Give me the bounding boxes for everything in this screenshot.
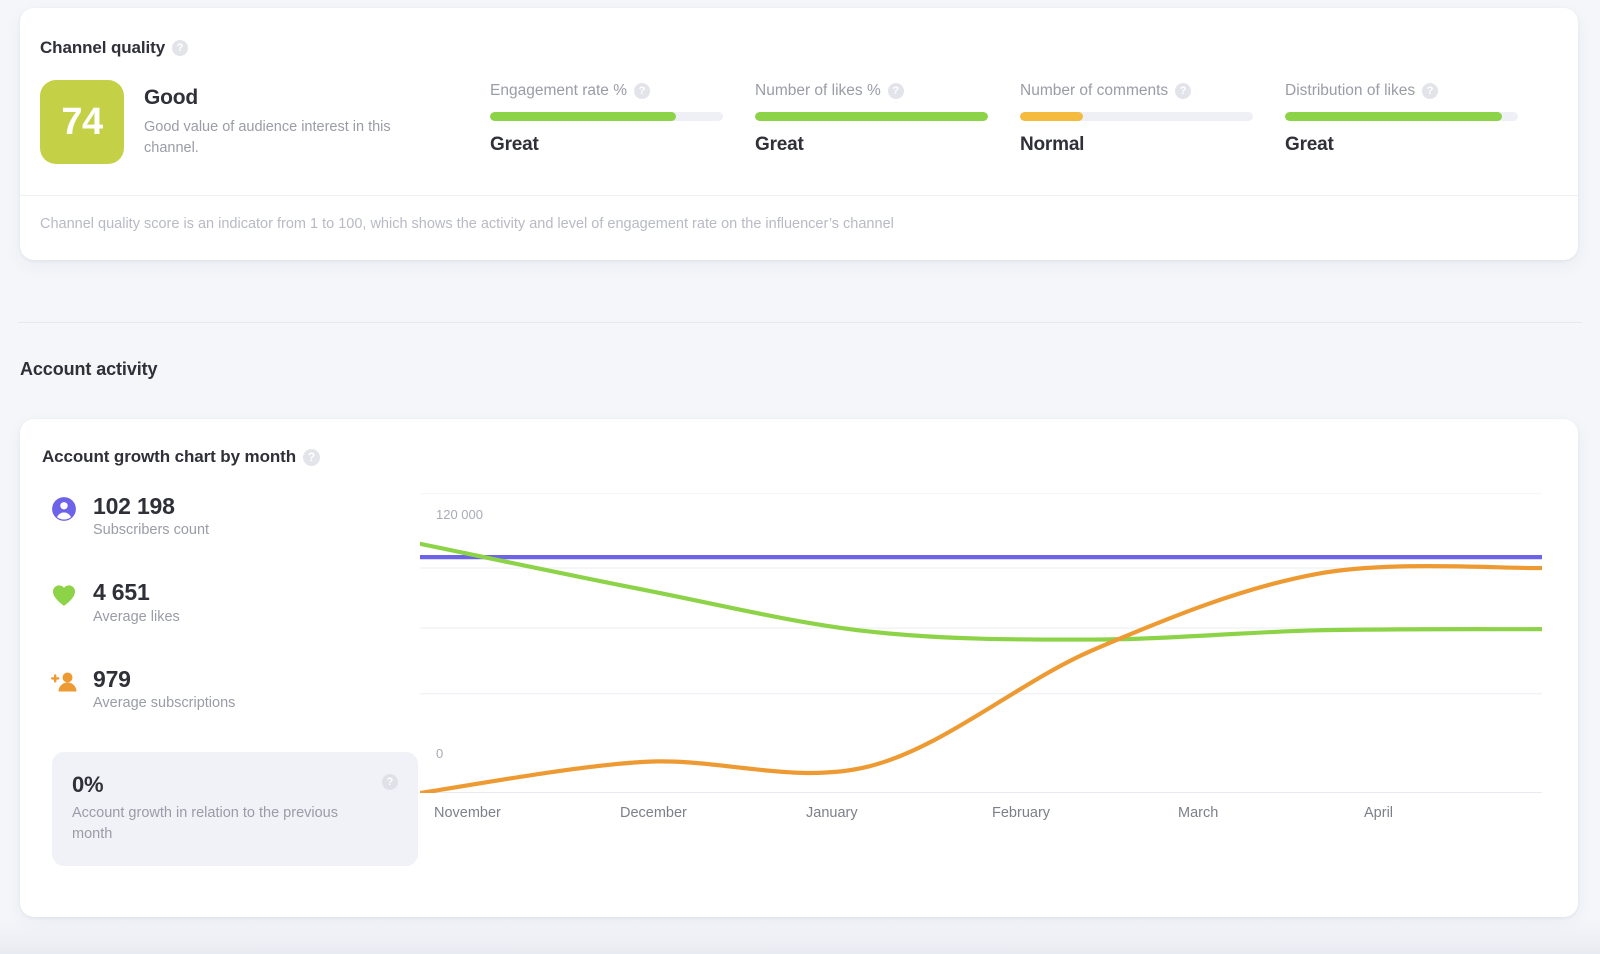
help-icon[interactable]: ?: [887, 83, 904, 99]
card-divider: [20, 195, 1578, 196]
quality-metric-header: Distribution of likes?: [1285, 82, 1550, 100]
stat-number: 102 198: [93, 493, 175, 519]
quality-metric-header: Number of comments?: [1020, 82, 1285, 100]
stat-label: Average subscriptions: [93, 695, 236, 712]
quality-metric-title: Engagement rate %: [490, 82, 628, 99]
stats-column: 102 198 Subscribers count 4 651 Average lik…: [20, 493, 420, 873]
growth-box: 0% Account growth in relation to the pre…: [52, 752, 418, 867]
quality-score-text: Good Good value of audience interest in …: [144, 80, 434, 158]
account-activity-title: Account activity: [20, 359, 158, 379]
channel-quality-header: Channel quality ?: [20, 8, 1578, 58]
stat-text: 979 Average subscriptions: [93, 666, 235, 711]
stat-row: 4 651 Average likes: [34, 579, 420, 625]
quality-metric-header: Number of likes %?: [755, 82, 1020, 100]
quality-score-description: Good value of audience interest in this …: [144, 119, 391, 156]
page-root: Channel quality ? 74 Good Good value of …: [0, 0, 1600, 954]
chart-title: Account growth chart by month: [42, 447, 296, 466]
quality-metric-bar-fill: [1285, 112, 1502, 121]
stat-row: 102 198 Subscribers count: [34, 493, 420, 538]
heart-icon: [50, 581, 78, 609]
quality-score-label: Good: [144, 86, 199, 109]
stat-text: 4 651 Average likes: [93, 579, 180, 624]
account-activity-card: Account growth chart by month ? 102 198 S…: [20, 419, 1578, 917]
quality-metric-bar: [490, 112, 723, 121]
stat-number: 979: [93, 665, 131, 692]
help-icon[interactable]: ?: [303, 448, 320, 466]
channel-quality-title: Channel quality: [40, 38, 166, 57]
quality-metric-bar: [1020, 112, 1253, 121]
channel-quality-note: Channel quality score is an indicator fr…: [40, 216, 894, 232]
page-bottom-fade: [0, 918, 1600, 954]
stat-text: 102 198 Subscribers count: [93, 493, 209, 538]
quality-metric: Number of comments? Normal: [1020, 82, 1285, 156]
quality-metric-value: Great: [1285, 134, 1334, 155]
quality-metric-bar-fill: [755, 112, 988, 121]
quality-metric: Distribution of likes? Great: [1285, 82, 1550, 156]
y-axis-tick-max: 120 000: [436, 507, 483, 522]
growth-value: 0%: [72, 772, 104, 798]
stat-number: 4 651: [93, 579, 150, 606]
growth-line-chart: [420, 493, 1542, 793]
add-person-icon: [50, 668, 78, 696]
stat-label: Subscribers count: [93, 522, 210, 539]
quality-metric-header: Engagement rate %?: [490, 82, 755, 100]
quality-metric-value: Great: [490, 134, 539, 155]
x-axis-labels: November December January February March Apri…: [420, 793, 1542, 833]
channel-quality-body: 74 Good Good value of audience interest …: [20, 58, 1578, 164]
x-axis-label: April: [1364, 805, 1394, 821]
quality-score-badge: 74: [40, 80, 124, 164]
help-icon[interactable]: ?: [1175, 83, 1192, 99]
quality-metric-value: Great: [755, 134, 804, 155]
quality-metric: Number of likes %? Great: [755, 82, 1020, 156]
quality-metric-bar-fill: [490, 112, 677, 121]
account-activity-body: 102 198 Subscribers count 4 651 Average lik…: [20, 467, 1578, 873]
section-divider: [18, 322, 1582, 323]
help-icon[interactable]: ?: [634, 83, 651, 99]
chart-column: 120 000 0 November December January Februar…: [420, 493, 1582, 873]
y-axis-tick-min: 0: [436, 746, 444, 761]
stat-row: 979 Average subscriptions: [34, 666, 420, 711]
x-axis-label: March: [1178, 805, 1219, 821]
quality-metrics-row: Engagement rate %? Great Number of likes %…: [490, 80, 1558, 156]
subscriber-icon: [50, 495, 78, 523]
quality-score-block: 74 Good Good value of audience interest …: [40, 80, 490, 164]
quality-metric-value: Normal: [1020, 134, 1085, 155]
quality-metric: Engagement rate %? Great: [490, 82, 755, 156]
quality-metric-bar: [1285, 112, 1518, 121]
x-axis-label: December: [620, 805, 687, 821]
quality-metric-title: Number of likes %: [755, 82, 881, 99]
x-axis-label: February: [992, 805, 1051, 821]
chart-plot-area: 120 000 0: [420, 493, 1542, 793]
quality-metric-bar-fill: [1020, 112, 1083, 121]
stats-list: 102 198 Subscribers count 4 651 Average lik…: [34, 493, 420, 711]
quality-metric-title: Distribution of likes: [1285, 82, 1416, 99]
x-axis-label: November: [434, 805, 501, 821]
chart-header: Account growth chart by month ?: [20, 419, 1578, 467]
help-icon[interactable]: ?: [1422, 83, 1439, 99]
x-axis-label: January: [806, 805, 858, 821]
chart-series-line: [420, 563, 1542, 793]
quality-metric-bar: [755, 112, 988, 121]
help-icon[interactable]: ?: [172, 40, 189, 56]
growth-description: Account growth in relation to the previo…: [72, 805, 338, 842]
stat-label: Average likes: [93, 608, 180, 625]
channel-quality-card: Channel quality ? 74 Good Good value of …: [20, 8, 1578, 260]
quality-metric-title: Number of comments: [1020, 82, 1169, 99]
